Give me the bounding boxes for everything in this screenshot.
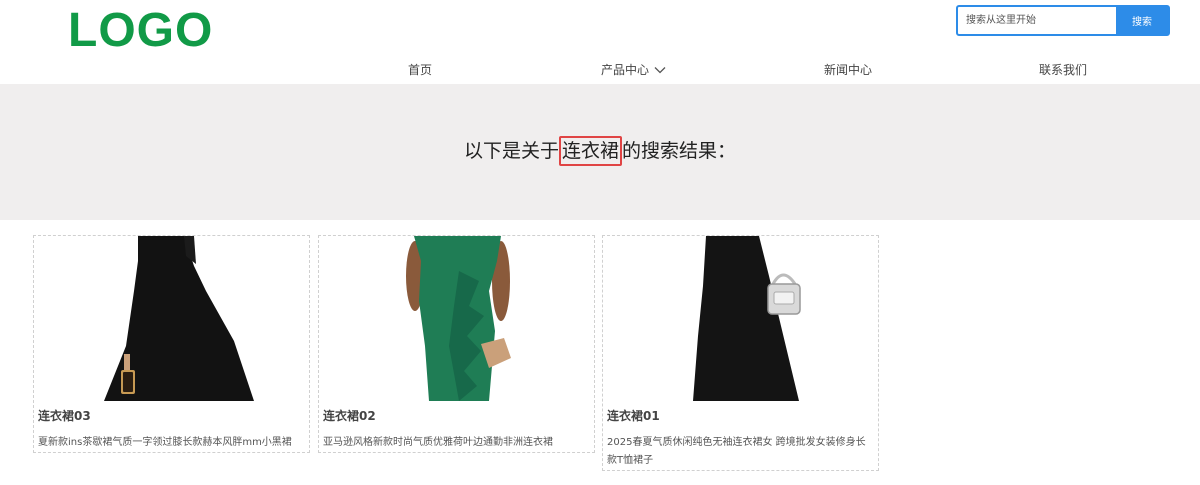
product-card[interactable]: 连衣裙01 2025春夏气质休闲纯色无袖连衣裙女 跨境批发女装修身长款T恤裙子 xyxy=(602,235,879,471)
search-box: 搜索 xyxy=(956,5,1170,36)
search-result-banner: 以下是关于 连衣裙 的搜索结果： xyxy=(0,84,1200,220)
chevron-down-icon xyxy=(654,66,666,73)
product-card[interactable]: 连衣裙02 亚马逊风格新款时尚气质优雅荷叶边通勤非洲连衣裙 xyxy=(318,235,595,453)
result-suffix: 的搜索结果： xyxy=(622,140,737,162)
nav-item-contact[interactable]: 联系我们 xyxy=(1039,61,1087,78)
black-dress-image[interactable] xyxy=(34,236,309,401)
product-description: 2025春夏气质休闲纯色无袖连衣裙女 跨境批发女装修身长款T恤裙子 xyxy=(607,437,866,466)
nav-item-label: 首页 xyxy=(408,63,433,77)
logo[interactable]: LOGO xyxy=(68,6,213,56)
nav-item-home[interactable]: 首页 xyxy=(408,61,432,78)
nav-item-label: 联系我们 xyxy=(1039,63,1088,77)
nav-item-label: 新闻中心 xyxy=(824,63,873,77)
search-input[interactable] xyxy=(958,7,1116,34)
product-title[interactable]: 连衣裙01 xyxy=(607,408,878,424)
green-dress-image[interactable] xyxy=(319,236,594,401)
product-description: 亚马逊风格新款时尚气质优雅荷叶边通勤非洲连衣裙 xyxy=(323,437,553,448)
product-card[interactable]: 连衣裙03 夏新款ins茶歇裙气质一字领过膝长款赫本风胖mm小黑裙 xyxy=(33,235,310,453)
nav-item-label: 产品中心 xyxy=(601,63,650,77)
black-dress-handbag-image[interactable] xyxy=(603,236,878,401)
nav-item-products[interactable]: 产品中心 xyxy=(601,61,666,78)
product-description: 夏新款ins茶歇裙气质一字领过膝长款赫本风胖mm小黑裙 xyxy=(38,437,292,448)
search-button[interactable]: 搜索 xyxy=(1116,7,1168,34)
main-nav: 首页 产品中心 新闻中心 联系我们 xyxy=(0,58,1200,82)
product-title[interactable]: 连衣裙02 xyxy=(323,408,594,424)
search-keyword: 连衣裙 xyxy=(558,136,622,166)
product-title[interactable]: 连衣裙03 xyxy=(38,408,309,424)
nav-item-news[interactable]: 新闻中心 xyxy=(824,61,872,78)
search-result-heading: 以下是关于 连衣裙 的搜索结果： xyxy=(0,136,1200,166)
result-prefix: 以下是关于 xyxy=(463,140,559,162)
